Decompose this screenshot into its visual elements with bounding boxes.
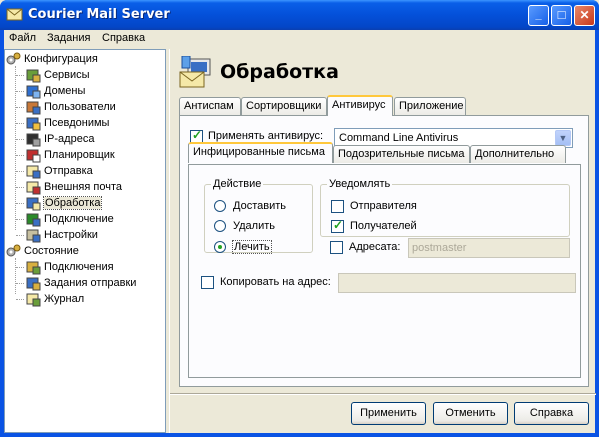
gears-icon	[6, 244, 21, 257]
log-icon	[26, 293, 41, 307]
tree-item-label: IP-адреса	[44, 133, 95, 145]
users-icon	[26, 101, 41, 115]
notify-addressee-input[interactable]: postmaster	[408, 238, 570, 258]
minimize-button[interactable]: _	[528, 5, 549, 26]
infected-panel: Действие Доставить Удалить Лечить Уведом…	[188, 164, 581, 378]
tree-item[interactable]: Отправка	[16, 163, 93, 179]
action-deliver-label: Доставить	[233, 200, 286, 212]
antivirus-panel: Применять антивирус: Command Line Antivi…	[179, 115, 589, 387]
help-button[interactable]: Справка	[514, 402, 589, 425]
notify-sender-checkbox[interactable]	[331, 200, 344, 213]
page-title: Обработка	[220, 61, 339, 83]
chevron-down-icon[interactable]: ▼	[555, 130, 571, 146]
action-delete-label: Удалить	[233, 220, 275, 232]
action-cure-label: Лечить	[232, 240, 272, 254]
menu-file[interactable]: Файл	[9, 32, 36, 44]
tree-item[interactable]: Подключения	[16, 259, 114, 275]
client-area: Файл Задания Справка Конфигурация Сервис…	[4, 30, 596, 433]
tree-item[interactable]: Обработка	[16, 195, 103, 211]
action-deliver-radio[interactable]	[214, 200, 226, 212]
tab-antivirus[interactable]: Антивирус	[327, 95, 393, 116]
apply-button[interactable]: Применить	[351, 402, 426, 425]
domains-icon	[26, 85, 41, 99]
navigation-tree: Конфигурация Сервисы Домены Пользователи Пс…	[4, 49, 166, 433]
tree-item-label: Пользователи	[44, 101, 116, 113]
aliases-icon	[26, 117, 41, 131]
notify-recipients-checkbox[interactable]	[331, 218, 344, 233]
tree-node-config[interactable]: Конфигурация	[5, 51, 98, 67]
title-bar[interactable]: Courier Mail Server _ □ ✕	[0, 0, 599, 30]
copy-to-address-label: Копировать на адрес:	[220, 276, 331, 288]
tab-application[interactable]: Приложение	[394, 97, 466, 115]
tree-item[interactable]: Псевдонимы	[16, 115, 110, 131]
apply-antivirus-label: Применять антивирус:	[208, 130, 323, 142]
processing-icon	[179, 56, 211, 88]
tree-item[interactable]: Журнал	[16, 291, 85, 307]
tree-item[interactable]: Планировщик	[16, 147, 115, 163]
tree-item-label: Псевдонимы	[44, 117, 110, 129]
notify-legend: Уведомлять	[327, 178, 393, 190]
subtab-suspicious[interactable]: Подозрительные письма	[333, 145, 470, 163]
tree-item-label: Планировщик	[44, 149, 115, 161]
addressee-placeholder: postmaster	[412, 242, 467, 254]
menu-tasks[interactable]: Задания	[47, 32, 90, 44]
menu-help[interactable]: Справка	[102, 32, 145, 44]
close-button[interactable]: ✕	[574, 5, 595, 26]
tree-item[interactable]: Настройки	[16, 227, 98, 243]
copy-to-address-checkbox[interactable]	[201, 276, 214, 289]
tree-item-label: Внешняя почта	[44, 181, 122, 193]
ip-icon	[26, 133, 41, 147]
tree-item-label: Сервисы	[44, 69, 90, 81]
notify-group: Уведомлять Отправителя Получателей	[320, 178, 570, 237]
scheduler-icon	[26, 149, 41, 163]
settings-icon	[26, 229, 41, 243]
app-window: Courier Mail Server _ □ ✕ Файл Задания С…	[0, 0, 599, 437]
services-icon	[26, 69, 41, 83]
tree-item-label: Домены	[44, 85, 86, 97]
action-cure-radio[interactable]	[214, 241, 226, 253]
cancel-button[interactable]: Отменить	[433, 402, 508, 425]
action-legend: Действие	[211, 178, 264, 190]
antivirus-engine-value: Command Line Antivirus	[339, 132, 459, 144]
notify-sender-label: Отправителя	[350, 200, 417, 212]
tree-item[interactable]: Задания отправки	[16, 275, 137, 291]
main-panel: Обработка Антиспам Сортировщики Антивиру…	[169, 49, 596, 433]
copy-to-address-input[interactable]	[338, 273, 576, 293]
action-delete-radio[interactable]	[214, 220, 226, 232]
connection-icon	[26, 213, 41, 227]
sending-icon	[26, 165, 41, 179]
tree-item-label: Отправка	[44, 165, 93, 177]
tree-item[interactable]: Внешняя почта	[16, 179, 122, 195]
tree-item[interactable]: Подключение	[16, 211, 114, 227]
menu-bar: Файл Задания Справка	[4, 30, 595, 48]
tree-item-label: Настройки	[44, 229, 98, 241]
subtab-advanced[interactable]: Дополнительно	[470, 145, 566, 163]
notify-addressee-label: Адресата:	[349, 241, 401, 253]
tab-sorters[interactable]: Сортировщики	[241, 97, 327, 115]
subtab-infected[interactable]: Инфицированные письма	[188, 142, 333, 163]
tree-item-label: Подключения	[44, 261, 114, 273]
tree-item[interactable]: Пользователи	[16, 99, 116, 115]
action-group: Действие Доставить Удалить Лечить	[204, 178, 313, 254]
window-title: Courier Mail Server	[28, 7, 170, 22]
processing-icon	[26, 197, 41, 211]
app-icon	[6, 8, 23, 21]
tree-item[interactable]: Сервисы	[16, 67, 90, 83]
tree-item-label: Подключение	[44, 213, 114, 225]
tree-item-label: Обработка	[42, 196, 103, 210]
connections-icon	[26, 261, 41, 275]
tree-node-status[interactable]: Состояние	[5, 243, 79, 259]
tab-antispam[interactable]: Антиспам	[179, 97, 241, 115]
notify-recipients-label: Получателей	[350, 220, 417, 232]
external-mail-icon	[26, 181, 41, 195]
tree-item-label: Задания отправки	[44, 277, 137, 289]
tree-item-label: Журнал	[44, 293, 85, 305]
maximize-button[interactable]: □	[551, 5, 572, 26]
notify-addressee-checkbox[interactable]	[330, 241, 343, 254]
gears-icon	[6, 52, 21, 65]
send-jobs-icon	[26, 277, 41, 291]
tree-item[interactable]: Домены	[16, 83, 86, 99]
tree-item[interactable]: IP-адреса	[16, 131, 95, 147]
